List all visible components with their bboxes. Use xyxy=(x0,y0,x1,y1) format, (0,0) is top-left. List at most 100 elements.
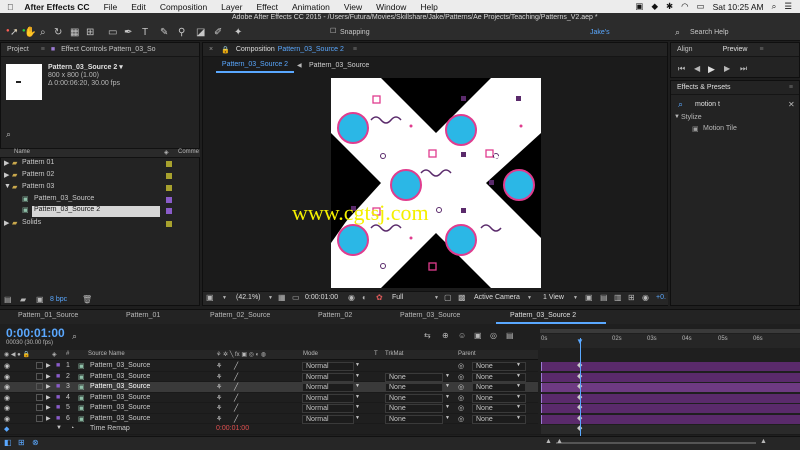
visibility-eye-icon[interactable]: ◉ xyxy=(4,404,10,412)
exposure-value[interactable]: +0. xyxy=(656,294,666,301)
shape-tool-icon[interactable]: ▭ xyxy=(108,27,117,38)
effects-category-stylize[interactable]: Stylize xyxy=(681,114,702,121)
wifi-icon[interactable]: ◠ xyxy=(681,1,688,12)
layer-source-name[interactable]: Pattern_03_Source xyxy=(90,415,150,422)
puppet-tool-icon[interactable]: ✦ xyxy=(234,27,242,38)
trkmat-arrow-icon[interactable]: ▼ xyxy=(445,394,450,400)
visibility-eye-icon[interactable]: ◉ xyxy=(4,383,10,391)
col-source-name[interactable]: Source Name xyxy=(88,351,125,357)
layer-row[interactable]: ◉ ▶ ■ 6 ▣ Pattern_03_Source ⚘ ╱ Normal ▼ ◎ None ▼ Non… xyxy=(0,414,538,424)
timeline-tab-pattern-01[interactable]: Pattern_01 xyxy=(126,312,160,324)
panel-menu-icon[interactable]: ≡ xyxy=(783,84,799,91)
brush-tool-icon[interactable]: ✎ xyxy=(160,27,168,38)
zoom-dropdown-arrow-icon[interactable]: ▼ xyxy=(222,295,227,301)
visibility-eye-icon[interactable]: ◉ xyxy=(4,373,10,381)
pick-whip-icon[interactable]: ◎ xyxy=(458,415,464,423)
quality-switch-icon[interactable]: ╱ xyxy=(234,415,238,423)
label-col-icon[interactable]: ◈ xyxy=(164,149,169,156)
layer-expand-arrow-icon[interactable]: ▶ xyxy=(46,415,51,422)
toggle-pixel-aspect-icon[interactable]: ▣ xyxy=(585,293,593,302)
pick-whip-icon[interactable]: ◎ xyxy=(458,404,464,412)
apple-icon[interactable]:  xyxy=(0,2,20,12)
menu-composition[interactable]: Composition xyxy=(153,2,214,12)
trkmat-dropdown[interactable]: None xyxy=(385,372,443,382)
last-frame-icon[interactable]: ⏭ xyxy=(740,64,747,74)
workspace-selector[interactable]: Jake's xyxy=(590,29,610,36)
shy-switch-icon[interactable]: ⚘ xyxy=(216,404,222,412)
quality-switch-icon[interactable]: ╱ xyxy=(234,394,238,402)
quality-switch-icon[interactable]: ╱ xyxy=(234,404,238,412)
label-box[interactable] xyxy=(36,393,43,401)
layer-label-color[interactable]: ■ xyxy=(56,383,60,390)
battery-icon[interactable]: ▭ xyxy=(697,1,705,12)
layer-label-color[interactable]: ■ xyxy=(56,373,60,380)
fast-previews-icon[interactable]: ▤ xyxy=(600,293,608,302)
layer-expand-arrow-icon[interactable]: ▶ xyxy=(46,404,51,411)
stopwatch-icon[interactable]: ◔ xyxy=(70,425,74,432)
grid-overlay-icon[interactable]: ▦ xyxy=(278,293,286,302)
snapshot-icon[interactable]: ◉ xyxy=(348,293,355,302)
tab-project[interactable]: Project xyxy=(1,46,35,53)
label-box[interactable] xyxy=(36,383,43,390)
trkmat-dropdown[interactable]: None xyxy=(385,404,443,413)
clone-stamp-tool-icon[interactable]: ⚲ xyxy=(178,27,185,38)
panel-menu-icon[interactable]: ≡ xyxy=(35,46,51,53)
close-tab-icon[interactable]: × xyxy=(203,46,219,53)
expand-arrow-icon[interactable]: ▶ xyxy=(4,171,9,179)
pick-whip-icon[interactable]: ◎ xyxy=(458,394,464,402)
effect-motion-tile[interactable]: Motion Tile xyxy=(703,125,737,132)
menu-file[interactable]: File xyxy=(97,2,125,12)
menu-help[interactable]: Help xyxy=(413,2,444,12)
show-snapshot-icon[interactable]: ◐ xyxy=(362,293,367,302)
pan-behind-tool-icon[interactable]: ⊞ xyxy=(86,27,94,38)
parent-arrow-icon[interactable]: ▼ xyxy=(516,415,521,421)
hand-tool-icon[interactable]: ✋ xyxy=(24,27,36,38)
bluetooth-icon[interactable]: ✱ xyxy=(666,1,673,12)
layer-label-color[interactable]: ■ xyxy=(56,415,60,422)
col-comment[interactable]: Comme xyxy=(178,149,199,155)
always-preview-icon[interactable]: ▣ xyxy=(206,293,214,302)
comp-tab-name[interactable]: Pattern_03_Source 2 xyxy=(275,46,347,53)
camera-icon[interactable]: ▣ xyxy=(635,1,643,12)
project-item-solids[interactable]: ▶ ▰ Solids xyxy=(0,219,200,230)
comp-sub-tab-2[interactable]: Pattern_03_Source xyxy=(309,62,369,69)
mode-arrow-icon[interactable]: ▼ xyxy=(355,383,360,389)
search-help-icon[interactable]: ⌕ xyxy=(675,27,680,38)
menu-effect[interactable]: Effect xyxy=(249,2,285,12)
menu-layer[interactable]: Layer xyxy=(214,2,249,12)
project-item-pattern-03[interactable]: ▼ ▰ Pattern 03 xyxy=(0,183,200,194)
quality-switch-icon[interactable]: ╱ xyxy=(234,362,238,370)
quality-switch-icon[interactable]: ╱ xyxy=(234,383,238,391)
layer-expand-arrow-icon[interactable]: ▶ xyxy=(46,373,51,380)
play-button[interactable]: ▶ xyxy=(708,64,715,75)
region-of-interest-icon[interactable]: ▢ xyxy=(444,293,452,302)
label-col-icon[interactable]: ◈ xyxy=(52,351,57,358)
mode-dropdown[interactable]: Normal xyxy=(302,393,354,403)
layer-source-name[interactable]: Pattern_03_Source xyxy=(90,394,150,401)
magnification-dropdown[interactable]: (42.1%) xyxy=(236,294,261,301)
menu-animation[interactable]: Animation xyxy=(285,2,337,12)
trkmat-arrow-icon[interactable]: ▼ xyxy=(445,415,450,421)
notifications-icon[interactable]: ☰ xyxy=(784,1,792,12)
new-folder-icon[interactable]: ▰ xyxy=(20,295,26,304)
comp-timecode[interactable]: 0:00:01:00 xyxy=(305,294,338,301)
shy-layers-icon[interactable]: ☺ xyxy=(458,331,466,340)
menu-window[interactable]: Window xyxy=(369,2,413,12)
timeline-tab-pattern-02[interactable]: Pattern_02 xyxy=(318,312,352,324)
mode-dropdown[interactable]: Normal xyxy=(302,414,354,424)
pen-tool-icon[interactable]: ✒ xyxy=(124,27,132,38)
mask-visibility-icon[interactable]: ▭ xyxy=(292,293,300,302)
mode-arrow-icon[interactable]: ▼ xyxy=(355,362,360,368)
trkmat-dropdown[interactable]: None xyxy=(385,393,443,403)
layer-source-name[interactable]: Pattern_03_Source xyxy=(90,404,150,411)
project-item-pattern-03-source-2[interactable]: ▣ Pattern_03_Source 2 xyxy=(0,206,200,217)
tab-preview[interactable]: Preview xyxy=(717,46,754,53)
time-remap-value[interactable]: 0:00:01:00 xyxy=(216,425,249,432)
parent-arrow-icon[interactable]: ▼ xyxy=(516,373,521,379)
motion-blur-icon[interactable]: ◎ xyxy=(490,331,497,340)
visibility-eye-icon[interactable]: ◉ xyxy=(4,415,10,423)
layer-expand-arrow-icon[interactable]: ▶ xyxy=(46,383,51,390)
expand-arrow-icon[interactable]: ▶ xyxy=(4,159,9,167)
zoom-tool-icon[interactable]: ⌕ xyxy=(40,27,46,38)
timeline-timecode[interactable]: 0:00:01:00 xyxy=(6,326,65,340)
